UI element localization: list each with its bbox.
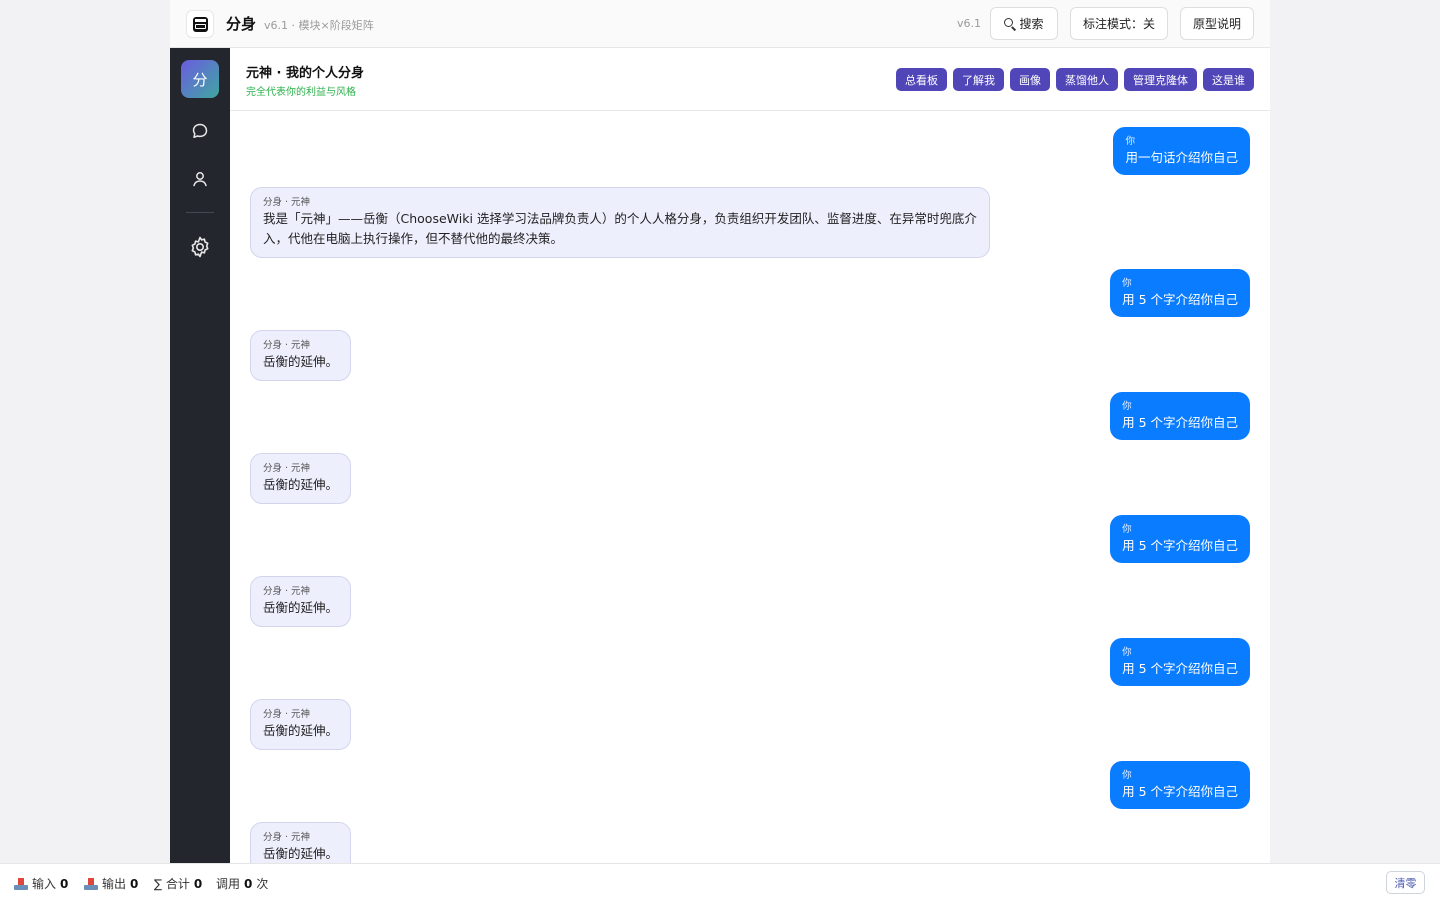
user-icon[interactable] <box>190 169 210 189</box>
outbox-icon <box>84 877 98 890</box>
version-label: v6.1 <box>957 17 982 30</box>
tag-portrait[interactable]: 画像 <box>1010 68 1050 91</box>
token-stats-bar: 输入 0 输出 0 ∑ 合计 0 调用 0 次 清零 <box>0 863 1440 900</box>
message-sender: 分身 · 元神 <box>263 197 311 208</box>
message-sender: 你 <box>1122 401 1132 412</box>
chat-tag-bar: 总看板 了解我 画像 蒸馏他人 管理克隆体 这是谁 <box>896 68 1254 91</box>
message-text: 岳衡的延伸。 <box>263 477 339 492</box>
tag-dashboard[interactable]: 总看板 <box>896 68 947 91</box>
message-text: 岳衡的延伸。 <box>263 600 339 615</box>
chat-icon[interactable] <box>190 121 210 141</box>
message-sender: 分身 · 元神 <box>263 463 311 474</box>
mark-mode-button[interactable]: 标注模式：关 <box>1070 7 1168 40</box>
user-message: 你 用 5 个字介绍你自己 <box>1110 761 1250 809</box>
input-value: 0 <box>60 876 69 891</box>
tag-about-me[interactable]: 了解我 <box>953 68 1004 91</box>
message-text: 用一句话介绍你自己 <box>1125 150 1238 165</box>
app-subtitle: v6.1 · 模块×阶段矩阵 <box>264 19 374 32</box>
mark-mode-label: 标注模式：关 <box>1082 17 1155 31</box>
search-icon <box>1004 17 1017 31</box>
message-text: 岳衡的延伸。 <box>263 846 339 861</box>
user-message: 你 用 5 个字介绍你自己 <box>1110 515 1250 563</box>
total-value: 0 <box>193 876 203 891</box>
message-text: 用 5 个字介绍你自己 <box>1122 538 1238 553</box>
tag-manage-clones[interactable]: 管理克隆体 <box>1124 68 1197 91</box>
user-message: 你 用 5 个字介绍你自己 <box>1110 269 1250 317</box>
bot-message: 分身 · 元神 岳衡的延伸。 <box>250 576 352 627</box>
message-sender: 你 <box>1122 524 1132 535</box>
message-sender: 分身 · 元神 <box>263 586 311 597</box>
top-bar: 分身 v6.1 · 模块×阶段矩阵 v6.1 搜索 标注模式：关 原型说明 <box>170 0 1270 48</box>
chat-messages: 你 用一句话介绍你自己 分身 · 元神 我是「元神」——岳衡（ChooseWik… <box>230 111 1270 863</box>
calls-stat: 调用 0 次 <box>216 875 268 892</box>
total-tokens-stat: ∑ 合计 0 <box>154 875 202 892</box>
message-text: 岳衡的延伸。 <box>263 723 339 738</box>
sidebar-brand-button[interactable]: 分 <box>181 60 219 98</box>
message-text: 用 5 个字介绍你自己 <box>1122 415 1238 430</box>
chat-title: 元神 · 我的个人分身 <box>246 66 364 81</box>
app-window: 分身 v6.1 · 模块×阶段矩阵 v6.1 搜索 标注模式：关 原型说明 分 <box>170 0 1270 900</box>
bot-message: 分身 · 元神 岳衡的延伸。 <box>250 822 352 863</box>
prototype-notes-button[interactable]: 原型说明 <box>1180 7 1254 40</box>
output-tokens-stat: 输出 0 <box>84 875 138 892</box>
message-sender: 分身 · 元神 <box>263 709 311 720</box>
prototype-notes-label: 原型说明 <box>1192 17 1241 31</box>
app-title: 分身 <box>226 15 257 33</box>
message-sender: 分身 · 元神 <box>263 832 311 843</box>
message-text: 用 5 个字介绍你自己 <box>1122 292 1238 307</box>
calls-value: 0 <box>244 876 253 891</box>
bot-message: 分身 · 元神 岳衡的延伸。 <box>250 699 352 750</box>
message-text: 岳衡的延伸。 <box>263 354 339 369</box>
tag-distill-others[interactable]: 蒸馏他人 <box>1056 68 1118 91</box>
message-text: 用 5 个字介绍你自己 <box>1122 784 1238 799</box>
bot-message: 分身 · 元神 岳衡的延伸。 <box>250 330 352 381</box>
inbox-icon <box>14 877 28 890</box>
sidebar-divider <box>186 212 214 213</box>
sidebar: 分 <box>170 48 230 900</box>
chat-subtitle: 完全代表你的利益与风格 <box>246 87 356 98</box>
clear-stats-button[interactable]: 清零 <box>1386 871 1425 894</box>
user-message: 你 用 5 个字介绍你自己 <box>1110 392 1250 440</box>
message-sender: 你 <box>1125 136 1135 147</box>
calls-unit: 次 <box>256 877 269 891</box>
tag-who-is-this[interactable]: 这是谁 <box>1203 68 1254 91</box>
bot-message: 分身 · 元神 岳衡的延伸。 <box>250 453 352 504</box>
message-sender: 分身 · 元神 <box>263 340 311 351</box>
total-label: ∑ 合计 <box>154 877 190 891</box>
output-value: 0 <box>130 876 139 891</box>
calls-label: 调用 <box>216 877 241 891</box>
output-label: 输出 <box>102 877 127 891</box>
input-tokens-stat: 输入 0 <box>14 875 68 892</box>
chat-header: 元神 · 我的个人分身 完全代表你的利益与风格 总看板 了解我 画像 蒸馏他人 … <box>230 48 1270 111</box>
message-sender: 你 <box>1122 647 1132 658</box>
message-sender: 你 <box>1122 278 1132 289</box>
message-text: 我是「元神」——岳衡（ChooseWiki 选择学习法品牌负责人）的个人人格分身… <box>263 211 977 246</box>
gear-icon[interactable] <box>188 235 212 259</box>
message-text: 用 5 个字介绍你自己 <box>1122 661 1238 676</box>
app-logo <box>186 10 214 38</box>
search-button[interactable]: 搜索 <box>990 7 1058 40</box>
message-sender: 你 <box>1122 770 1132 781</box>
bot-message: 分身 · 元神 我是「元神」——岳衡（ChooseWiki 选择学习法品牌负责人… <box>250 187 990 258</box>
search-button-label: 搜索 <box>1019 17 1044 31</box>
user-message: 你 用 5 个字介绍你自己 <box>1110 638 1250 686</box>
input-label: 输入 <box>32 877 57 891</box>
user-message: 你 用一句话介绍你自己 <box>1113 127 1250 175</box>
